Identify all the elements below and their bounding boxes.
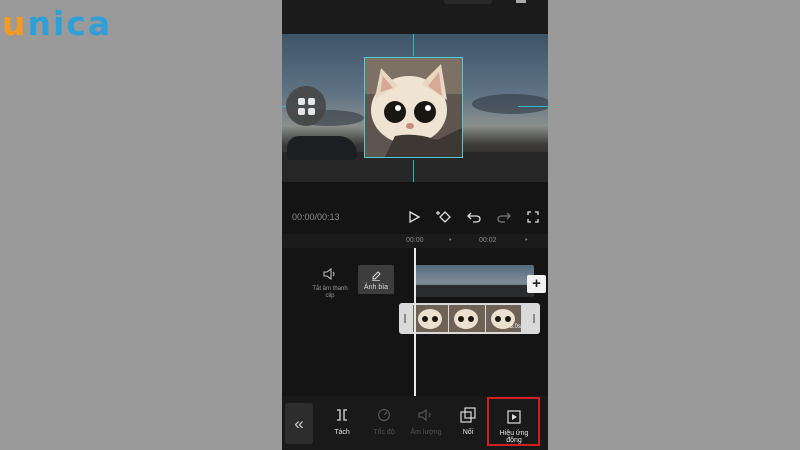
volume-button[interactable]: Âm lượng [406,406,446,436]
fullscreen-icon [527,211,539,223]
overlay-button[interactable]: Nối [448,406,488,436]
trim-handle-right[interactable] [533,314,535,323]
logo-letter-u: u [2,4,28,43]
cat-image [365,58,462,157]
clip-duration: 3.0s [509,324,521,330]
speed-button[interactable]: Tốc độ [364,406,404,436]
logo-text: nica [27,4,113,43]
main-video-clip[interactable] [415,265,534,297]
speed-icon [377,408,391,422]
undo-button[interactable] [464,207,484,227]
ruler-time-0: 00:00 [406,237,424,244]
alignment-guide-vertical [413,160,414,182]
split-icon [337,409,347,421]
unica-logo: unica [2,4,112,43]
phone-screen: 00:00/00:13 00:00 • 00:02 • Tắt âm thanh… [282,0,548,450]
thumbnail [449,305,485,332]
cat-sticker-overlay[interactable] [364,57,463,158]
highlight-box [487,397,540,446]
play-button[interactable] [404,207,424,227]
speed-label: Tốc độ [373,429,395,436]
overlay-thumbnails [413,305,521,332]
mute-clip-audio-button[interactable]: Tắt âm thanh clip [312,267,348,300]
alignment-guide-horizontal [518,106,548,107]
pencil-icon [372,271,381,281]
split-button[interactable]: Tách [322,406,362,436]
top-bar [282,0,548,34]
fullscreen-button[interactable] [523,207,543,227]
sky-cloud [472,94,548,114]
video-preview[interactable] [282,34,548,182]
playback-controls: 00:00/00:13 [282,200,548,234]
ruler-dot: • [525,237,528,244]
play-icon [409,211,420,223]
speaker-icon [323,267,335,281]
redo-icon [497,212,511,223]
overlay-label: Nối [462,429,474,436]
ruler-dot: • [449,237,452,244]
back-button[interactable]: « [285,403,313,444]
overlay-clip-selected[interactable]: 3.0s [399,303,540,334]
trim-handle-left[interactable] [404,314,406,323]
redo-button[interactable] [494,207,514,227]
ruler-time-1: 00:02 [479,237,497,244]
top-right-icon[interactable] [516,0,526,3]
playhead[interactable] [414,248,416,398]
keyframe-button[interactable] [434,207,454,227]
add-clip-button[interactable]: + [527,275,546,293]
time-display: 00:00/00:13 [292,212,340,222]
volume-label: Âm lượng [410,429,442,436]
grid-icon [297,97,305,105]
split-label: Tách [334,429,350,436]
cover-image-button[interactable]: Ảnh bìa [358,265,394,294]
timeline-ruler[interactable]: 00:00 • 00:02 • [282,234,548,248]
notch-pill [444,0,492,4]
double-chevron-left-icon: « [294,413,304,433]
thumbnail [413,305,449,332]
grid-menu-button[interactable] [286,86,326,126]
volume-icon [418,408,431,422]
car-silhouette [287,136,357,160]
undo-icon [467,212,481,223]
mute-label: Tắt âm thanh clip [312,286,348,299]
cover-label: Ảnh bìa [363,284,389,291]
bottom-toolbar: « Tách Tốc độ Âm lượng Nối Hiệu ứng động [282,396,548,450]
alignment-guide-vertical [413,34,414,56]
keyframe-icon [436,211,451,223]
overlay-icon [460,407,476,423]
